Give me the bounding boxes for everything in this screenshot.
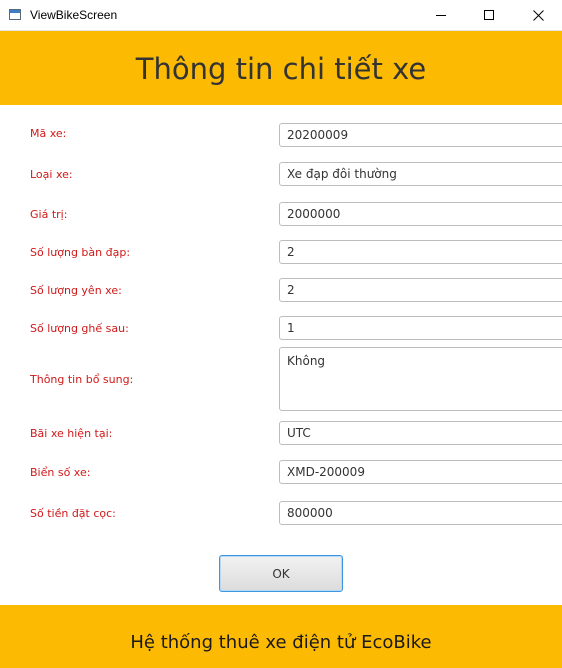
- close-icon: [532, 9, 544, 21]
- bike-id-label: Mã xe:: [30, 127, 67, 140]
- saddle-count-label: Số lượng yên xe:: [30, 284, 122, 297]
- app-window-icon: [9, 9, 21, 20]
- pedal-count-field[interactable]: 2: [279, 240, 562, 264]
- deposit-amount-field[interactable]: 800000: [279, 501, 562, 525]
- minimize-button[interactable]: [418, 0, 464, 30]
- header-banner: Thông tin chi tiết xe: [0, 31, 562, 105]
- maximize-button[interactable]: [466, 0, 512, 30]
- current-dock-label: Bãi xe hiện tại:: [30, 427, 113, 440]
- footer-text: Hệ thống thuê xe điện tử EcoBike: [130, 632, 432, 653]
- bike-type-field[interactable]: Xe đạp đôi thường: [279, 162, 562, 186]
- minimize-icon: [436, 15, 446, 16]
- bike-id-field[interactable]: 20200009: [279, 123, 562, 147]
- license-plate-field[interactable]: XMD-200009: [279, 460, 562, 484]
- maximize-icon: [484, 10, 494, 20]
- bike-value-label: Giá trị:: [30, 208, 68, 221]
- page-title: Thông tin chi tiết xe: [135, 52, 427, 86]
- license-plate-label: Biển số xe:: [30, 466, 91, 479]
- additional-info-textarea[interactable]: Không: [279, 347, 562, 411]
- pedal-count-label: Số lượng bàn đạp:: [30, 246, 131, 259]
- current-dock-field[interactable]: UTC: [279, 421, 562, 445]
- bike-type-label: Loại xe:: [30, 168, 73, 181]
- footer-banner: Hệ thống thuê xe điện tử EcoBike: [0, 605, 562, 668]
- title-bar: ViewBikeScreen: [0, 0, 562, 31]
- deposit-amount-label: Số tiền đặt cọc:: [30, 507, 116, 520]
- ok-button[interactable]: OK: [219, 555, 343, 592]
- rear-seat-count-label: Số lượng ghế sau:: [30, 322, 129, 335]
- view-bike-window: ViewBikeScreen Thông tin chi tiết xe Mã …: [0, 0, 562, 668]
- window-title: ViewBikeScreen: [30, 8, 118, 22]
- bike-value-field[interactable]: 2000000: [279, 202, 562, 226]
- rear-seat-count-field[interactable]: 1: [279, 316, 562, 340]
- additional-info-label: Thông tin bổ sung:: [30, 373, 134, 386]
- close-button[interactable]: [514, 0, 562, 30]
- saddle-count-field[interactable]: 2: [279, 278, 562, 302]
